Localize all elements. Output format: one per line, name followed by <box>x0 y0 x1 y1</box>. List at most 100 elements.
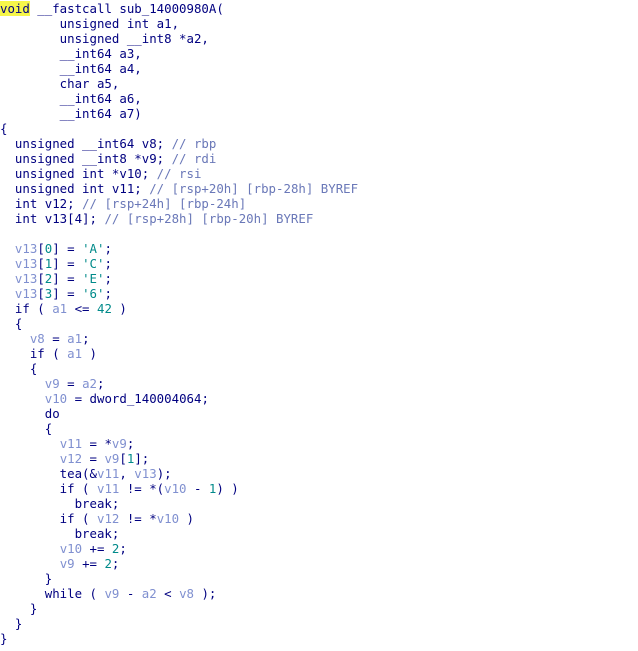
code-text: __int64 a7) <box>0 106 142 121</box>
code-line[interactable]: v13[3] = '6'; <box>0 286 358 301</box>
code-comment: // rsi <box>156 166 202 181</box>
number-literal[interactable]: 2 <box>104 556 111 571</box>
code-line[interactable]: { <box>0 361 358 376</box>
local-variable[interactable]: v9 <box>104 451 119 466</box>
highlighted-keyword[interactable]: void <box>0 1 30 16</box>
local-variable[interactable]: v10 <box>164 481 186 496</box>
code-text: __int64 a3, <box>0 46 142 61</box>
local-variable[interactable]: v11 <box>97 481 119 496</box>
local-variable[interactable]: v10 <box>45 391 67 406</box>
code-line[interactable]: { <box>0 421 358 436</box>
local-variable[interactable]: v11 <box>97 466 119 481</box>
char-literal[interactable]: 'C' <box>82 256 104 271</box>
code-line[interactable]: unsigned __int8 *a2, <box>0 31 358 46</box>
local-variable[interactable]: a1 <box>67 346 82 361</box>
local-variable[interactable]: a2 <box>82 376 97 391</box>
code-line[interactable]: } <box>0 631 358 646</box>
local-variable[interactable]: v12 <box>97 511 119 526</box>
code-line[interactable]: { <box>0 316 358 331</box>
code-line[interactable]: char a5, <box>0 76 358 91</box>
local-variable[interactable]: v9 <box>60 556 75 571</box>
code-line[interactable]: v9 += 2; <box>0 556 358 571</box>
code-text: ); <box>156 466 172 481</box>
code-line[interactable]: if ( v11 != *(v10 - 1) ) <box>0 481 358 496</box>
code-line[interactable]: } <box>0 601 358 616</box>
code-text: = <box>59 376 83 391</box>
code-comment: // rdi <box>171 151 217 166</box>
code-text: ]; <box>134 451 150 466</box>
local-variable[interactable]: a1 <box>67 331 82 346</box>
code-line[interactable]: v13[1] = 'C'; <box>0 256 358 271</box>
code-line[interactable]: v8 = a1; <box>0 331 358 346</box>
code-line[interactable]: break; <box>0 496 358 511</box>
local-variable[interactable]: v13 <box>15 271 37 286</box>
code-line[interactable]: v13[0] = 'A'; <box>0 241 358 256</box>
code-line[interactable]: unsigned int *v10; // rsi <box>0 166 358 181</box>
char-literal[interactable]: 'A' <box>82 241 104 256</box>
local-variable[interactable]: v11 <box>60 436 82 451</box>
pseudocode-text[interactable]: void __fastcall sub_14000980A( unsigned … <box>0 1 358 646</box>
code-line[interactable]: __int64 a7) <box>0 106 358 121</box>
code-line[interactable]: unsigned __int64 v8; // rbp <box>0 136 358 151</box>
code-line[interactable]: do <box>0 406 358 421</box>
local-variable[interactable]: v10 <box>60 541 82 556</box>
code-line[interactable]: v12 = v9[1]; <box>0 451 358 466</box>
local-variable[interactable]: v13 <box>15 286 37 301</box>
code-line[interactable]: v13[2] = 'E'; <box>0 271 358 286</box>
code-line[interactable]: v10 = dword_140004064; <box>0 391 358 406</box>
code-line[interactable]: { <box>0 121 358 136</box>
local-variable[interactable]: v9 <box>112 436 127 451</box>
code-line[interactable]: v11 = *v9; <box>0 436 358 451</box>
code-line[interactable]: __int64 a4, <box>0 61 358 76</box>
code-line[interactable]: unsigned int v11; // [rsp+20h] [rbp-28h]… <box>0 181 358 196</box>
pseudocode-view[interactable]: void __fastcall sub_14000980A( unsigned … <box>0 0 638 651</box>
code-text: __int64 a4, <box>0 61 142 76</box>
code-line[interactable]: if ( a1 ) <box>0 346 358 361</box>
local-variable[interactable]: v13 <box>15 241 37 256</box>
global-symbol[interactable]: dword_140004064 <box>90 391 202 406</box>
local-variable[interactable]: v12 <box>60 451 82 466</box>
local-variable[interactable]: a2 <box>142 586 157 601</box>
local-variable[interactable]: v9 <box>45 376 60 391</box>
code-text: __int64 a6, <box>0 91 142 106</box>
code-text: < <box>156 586 180 601</box>
local-variable[interactable]: v8 <box>30 331 45 346</box>
local-variable[interactable]: v13 <box>134 466 156 481</box>
code-text: unsigned __int8 *a2, <box>0 31 209 46</box>
local-variable[interactable]: v8 <box>179 586 194 601</box>
code-line[interactable]: __int64 a6, <box>0 91 358 106</box>
local-variable[interactable]: v13 <box>15 256 37 271</box>
code-line[interactable]: break; <box>0 526 358 541</box>
char-literal[interactable]: '6' <box>82 286 104 301</box>
code-line[interactable]: } <box>0 616 358 631</box>
code-line[interactable]: __int64 a3, <box>0 46 358 61</box>
local-variable[interactable]: a1 <box>52 301 67 316</box>
code-text: __fastcall sub_14000980A( <box>29 1 224 16</box>
code-text: ) <box>179 511 194 526</box>
code-line[interactable]: v10 += 2; <box>0 541 358 556</box>
char-literal[interactable]: 'E' <box>82 271 104 286</box>
code-text: ; <box>104 286 112 301</box>
code-line[interactable]: unsigned int a1, <box>0 16 358 31</box>
code-text: ; <box>82 331 90 346</box>
code-line[interactable]: tea(&v11, v13); <box>0 466 358 481</box>
code-line[interactable]: int v12; // [rsp+24h] [rbp-24h] <box>0 196 358 211</box>
code-line[interactable]: int v13[4]; // [rsp+28h] [rbp-20h] BYREF <box>0 211 358 226</box>
local-variable[interactable]: v10 <box>157 511 179 526</box>
code-text: ] = <box>52 286 83 301</box>
code-line[interactable] <box>0 226 358 241</box>
code-line[interactable]: unsigned __int8 *v9; // rdi <box>0 151 358 166</box>
code-text: = * <box>82 436 112 451</box>
code-line[interactable]: if ( a1 <= 42 ) <box>0 301 358 316</box>
code-text: [ <box>37 241 45 256</box>
code-line[interactable]: void __fastcall sub_14000980A( <box>0 1 358 16</box>
number-literal[interactable]: 42 <box>97 301 112 316</box>
code-line[interactable]: while ( v9 - a2 < v8 ); <box>0 586 358 601</box>
local-variable[interactable]: v9 <box>104 586 119 601</box>
code-text: unsigned int a1, <box>0 16 180 31</box>
code-line[interactable]: if ( v12 != *v10 ) <box>0 511 358 526</box>
code-line[interactable]: v9 = a2; <box>0 376 358 391</box>
code-line[interactable]: } <box>0 571 358 586</box>
